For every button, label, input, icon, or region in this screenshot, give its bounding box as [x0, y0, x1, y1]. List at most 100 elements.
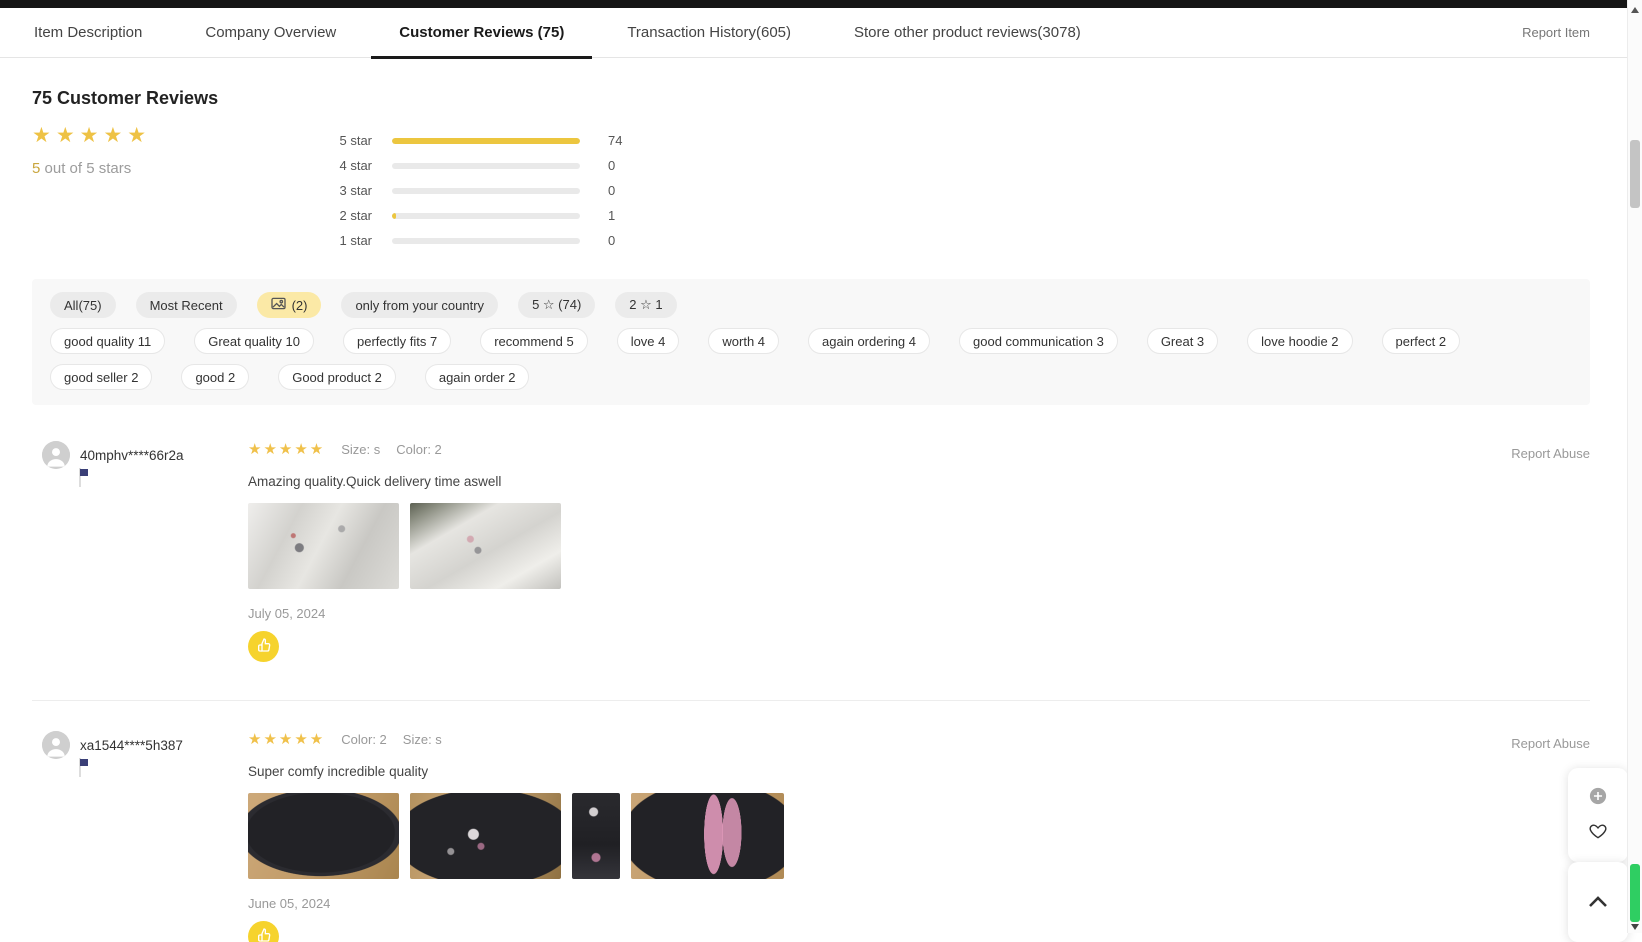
review-photo[interactable] — [410, 793, 561, 879]
scrollbar-thumb-green[interactable] — [1630, 864, 1640, 922]
tag-love[interactable]: love 4 — [617, 328, 680, 354]
tab-transaction-history[interactable]: Transaction History(605) — [599, 8, 819, 58]
favorite-button[interactable] — [1587, 821, 1609, 844]
review-date: July 05, 2024 — [248, 606, 1490, 621]
back-to-top-card — [1568, 862, 1628, 942]
add-button[interactable] — [1589, 787, 1607, 808]
tag-worth[interactable]: worth 4 — [708, 328, 779, 354]
rating-histogram: 5 star 74 4 star 0 3 star 0 2 star — [312, 125, 622, 253]
tab-label: Transaction History(605) — [627, 24, 791, 41]
reviews-summary: 75 Customer Reviews ★★★★★ 5 out of 5 sta… — [32, 58, 1590, 253]
reviewer-column: 40mphv****66r2a — [32, 441, 248, 662]
tag-again-order[interactable]: again order 2 — [425, 364, 530, 390]
tab-label: Company Overview — [205, 24, 336, 41]
filter-2-star[interactable]: 2 ☆ 1 — [615, 292, 676, 318]
review-star-rating: ★★★★★ — [248, 732, 325, 747]
rating-bar-count: 0 — [608, 233, 615, 248]
tag-recommend[interactable]: recommend 5 — [480, 328, 587, 354]
rating-bar-row-3star[interactable]: 3 star 0 — [312, 178, 622, 203]
tab-store-other-reviews[interactable]: Store other product reviews(3078) — [826, 8, 1109, 58]
review-tag-row: good quality 11 Great quality 10 perfect… — [50, 328, 1572, 390]
review-text: Amazing quality.Quick delivery time aswe… — [248, 474, 1490, 489]
report-abuse-link[interactable]: Report Abuse — [1511, 736, 1590, 751]
rating-bar-fill — [392, 138, 580, 144]
report-item-link[interactable]: Report Item — [1522, 25, 1590, 40]
review-photo[interactable] — [631, 793, 784, 879]
rating-bar-track — [392, 138, 580, 144]
filter-all[interactable]: All(75) — [50, 292, 116, 318]
review-photos — [248, 793, 1490, 879]
scrollbar-thumb[interactable] — [1630, 140, 1640, 208]
rating-bar-fill — [392, 213, 396, 219]
floating-actions-card — [1568, 768, 1628, 862]
helpful-like-button[interactable] — [248, 921, 279, 942]
review-photo[interactable] — [248, 503, 399, 589]
review-photo[interactable] — [248, 793, 399, 879]
section-tab-bar: Item Description Company Overview Custom… — [0, 8, 1642, 58]
avatar — [42, 731, 70, 759]
filter-chip-row: All(75) Most Recent (2) only from your c… — [50, 292, 1572, 318]
tag-good-communication[interactable]: good communication 3 — [959, 328, 1118, 354]
tag-great[interactable]: Great 3 — [1147, 328, 1218, 354]
image-icon — [271, 297, 286, 313]
rating-bar-count: 0 — [608, 183, 615, 198]
scrollbar-down-arrow-icon[interactable] — [1631, 924, 1639, 930]
overall-score-column: ★★★★★ 5 out of 5 stars — [32, 125, 312, 253]
avatar — [42, 441, 70, 469]
report-abuse-link[interactable]: Report Abuse — [1511, 446, 1590, 461]
rating-bar-track — [392, 188, 580, 194]
rating-bar-label: 2 star — [312, 208, 372, 223]
scrollbar-up-arrow-icon[interactable] — [1631, 7, 1639, 13]
tag-good-quality[interactable]: good quality 11 — [50, 328, 165, 354]
review-item: xa1544****5h387 ★★★★★ Color: 2 Size: s S… — [32, 700, 1590, 942]
rating-bar-count: 74 — [608, 133, 622, 148]
filter-with-images[interactable]: (2) — [257, 292, 322, 318]
tag-love-hoodie[interactable]: love hoodie 2 — [1247, 328, 1352, 354]
back-to-top-button[interactable] — [1586, 893, 1610, 912]
rating-bar-label: 4 star — [312, 158, 372, 173]
tab-item-description[interactable]: Item Description — [6, 8, 170, 58]
tag-great-quality[interactable]: Great quality 10 — [194, 328, 314, 354]
review-photo[interactable] — [572, 793, 620, 879]
tag-good-seller[interactable]: good seller 2 — [50, 364, 152, 390]
rating-bar-row-4star[interactable]: 4 star 0 — [312, 153, 622, 178]
tag-good[interactable]: good 2 — [181, 364, 249, 390]
rating-bar-label: 3 star — [312, 183, 372, 198]
rating-bar-row-2star[interactable]: 2 star 1 — [312, 203, 622, 228]
rating-bar-label: 1 star — [312, 233, 372, 248]
review-photo[interactable] — [410, 503, 561, 589]
tag-again-ordering[interactable]: again ordering 4 — [808, 328, 930, 354]
filter-only-your-country[interactable]: only from your country — [341, 292, 498, 318]
review-attribute-color: Color: 2 — [341, 732, 387, 747]
overall-star-rating: ★★★★★ — [32, 125, 312, 146]
tab-company-overview[interactable]: Company Overview — [177, 8, 364, 58]
tag-perfect[interactable]: perfect 2 — [1382, 328, 1461, 354]
tab-label: Customer Reviews (75) — [399, 24, 564, 41]
filter-most-recent[interactable]: Most Recent — [136, 292, 237, 318]
tab-customer-reviews[interactable]: Customer Reviews (75) — [371, 8, 592, 58]
reviewer-name: xa1544****5h387 — [80, 738, 183, 753]
rating-bar-row-5star[interactable]: 5 star 74 — [312, 128, 622, 153]
rating-bar-track — [392, 213, 580, 219]
tag-good-product[interactable]: Good product 2 — [278, 364, 396, 390]
review-item: 40mphv****66r2a ★★★★★ Size: s Color: 2 A… — [32, 405, 1590, 662]
score-suffix: out of 5 stars — [40, 160, 131, 177]
rating-bar-label: 5 star — [312, 133, 372, 148]
helpful-like-button[interactable] — [248, 631, 279, 662]
filter-5-star[interactable]: 5 ☆ (74) — [518, 292, 595, 318]
tag-perfectly-fits[interactable]: perfectly fits 7 — [343, 328, 451, 354]
review-star-rating: ★★★★★ — [248, 442, 325, 457]
reviews-heading: 75 Customer Reviews — [32, 88, 1590, 109]
reviewer-name: 40mphv****66r2a — [80, 448, 184, 463]
review-filters-panel: All(75) Most Recent (2) only from your c… — [32, 279, 1590, 405]
rating-bar-track — [392, 163, 580, 169]
review-photos — [248, 503, 1490, 589]
rating-bar-row-1star[interactable]: 1 star 0 — [312, 228, 622, 253]
heart-icon — [1587, 821, 1609, 844]
thumbs-up-icon — [256, 927, 272, 942]
review-text: Super comfy incredible quality — [248, 764, 1490, 779]
page-scrollbar[interactable] — [1627, 0, 1642, 933]
plus-icon — [1589, 787, 1607, 808]
tab-label: Store other product reviews(3078) — [854, 24, 1081, 41]
rating-bar-count: 1 — [608, 208, 615, 223]
